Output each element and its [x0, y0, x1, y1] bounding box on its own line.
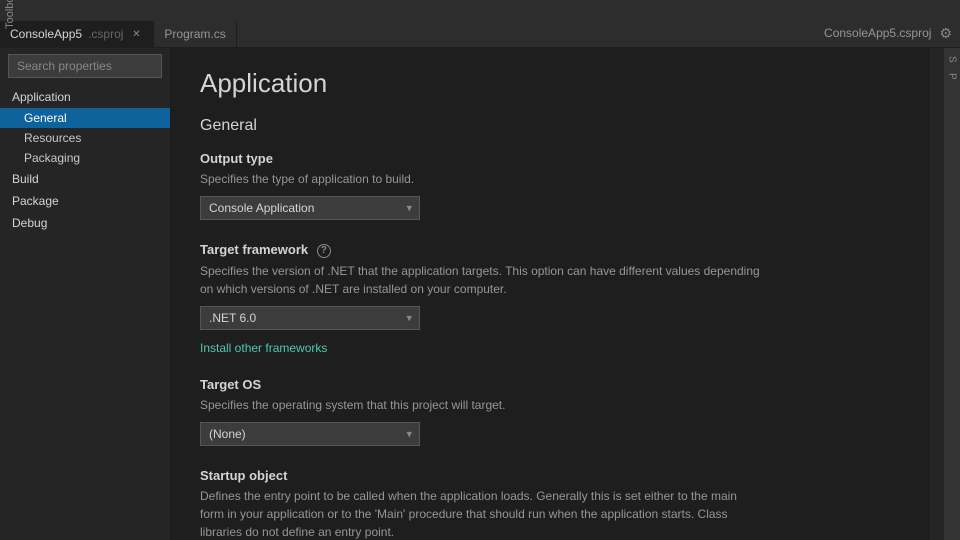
- output-type-label: Output type: [200, 151, 900, 166]
- field-target-os: Target OS Specifies the operating system…: [200, 377, 900, 446]
- sidebar-item-package[interactable]: Package: [0, 190, 170, 212]
- far-right-label-p[interactable]: P: [947, 69, 958, 84]
- header-right: ConsoleApp5.csproj ⚙: [824, 19, 960, 47]
- startup-object-label: Startup object: [200, 468, 900, 483]
- far-right-panel: S P: [944, 48, 960, 540]
- output-type-desc: Specifies the type of application to bui…: [200, 170, 760, 188]
- sidebar-item-build[interactable]: Build: [0, 168, 170, 190]
- field-target-framework: Target framework ? Specifies the version…: [200, 242, 900, 355]
- search-input[interactable]: [8, 54, 162, 78]
- toolbar: Toolbox: [0, 0, 960, 20]
- main-area: Application General Resources Packaging …: [0, 48, 960, 540]
- tab-csproj-close[interactable]: ✕: [129, 27, 143, 41]
- target-framework-select[interactable]: .NET 6.0 .NET 5.0 .NET Core 3.1: [200, 306, 420, 330]
- nav-section: Application General Resources Packaging …: [0, 84, 170, 236]
- target-framework-desc: Specifies the version of .NET that the a…: [200, 262, 760, 298]
- sidebar-item-debug[interactable]: Debug: [0, 212, 170, 234]
- section-title: General: [200, 117, 900, 135]
- project-name-label: ConsoleApp5.csproj: [824, 26, 931, 40]
- tab-csproj[interactable]: ConsoleApp5 .csproj ✕: [0, 21, 154, 47]
- tab-program-label: Program.cs: [164, 27, 225, 41]
- target-framework-select-wrapper: .NET 6.0 .NET 5.0 .NET Core 3.1: [200, 306, 420, 330]
- sidebar-item-resources[interactable]: Resources: [0, 128, 170, 148]
- target-os-label: Target OS: [200, 377, 900, 392]
- content-panel: Application General Output type Specifie…: [170, 48, 930, 540]
- install-frameworks-link[interactable]: Install other frameworks: [200, 341, 327, 355]
- tab-csproj-label: ConsoleApp5: [10, 27, 82, 41]
- sidebar-item-packaging[interactable]: Packaging: [0, 148, 170, 168]
- far-right-label-s[interactable]: S: [947, 52, 958, 67]
- sidebar-item-general[interactable]: General: [0, 108, 170, 128]
- sidebar-item-application[interactable]: Application: [0, 86, 170, 108]
- toolbox-label: Toolbox: [4, 0, 16, 29]
- startup-object-desc: Defines the entry point to be called whe…: [200, 487, 760, 540]
- tab-csproj-ext: .csproj: [88, 27, 123, 41]
- settings-icon[interactable]: ⚙: [935, 23, 956, 44]
- field-output-type: Output type Specifies the type of applic…: [200, 151, 900, 220]
- target-os-select[interactable]: (None) Windows Linux macOS: [200, 422, 420, 446]
- page-title: Application: [200, 68, 900, 99]
- target-os-desc: Specifies the operating system that this…: [200, 396, 760, 414]
- target-framework-info-icon: ?: [317, 244, 331, 258]
- tab-program[interactable]: Program.cs: [154, 21, 236, 47]
- target-framework-label: Target framework ?: [200, 242, 900, 258]
- right-scrollbar-panel: [930, 48, 944, 540]
- sidebar: Application General Resources Packaging …: [0, 48, 170, 540]
- field-startup-object: Startup object Defines the entry point t…: [200, 468, 900, 540]
- output-type-select-wrapper: Console Application Windows Application …: [200, 196, 420, 220]
- tab-bar: ConsoleApp5 .csproj ✕ Program.cs Console…: [0, 20, 960, 48]
- target-os-select-wrapper: (None) Windows Linux macOS: [200, 422, 420, 446]
- output-type-select[interactable]: Console Application Windows Application …: [200, 196, 420, 220]
